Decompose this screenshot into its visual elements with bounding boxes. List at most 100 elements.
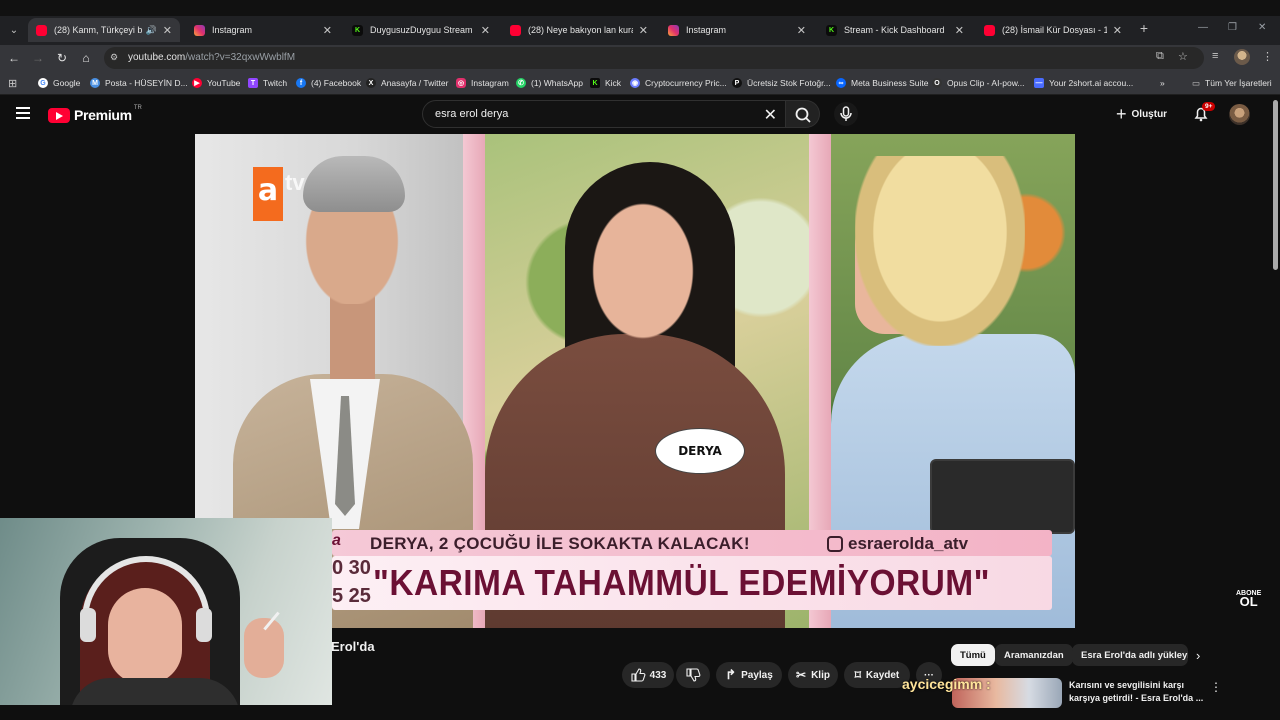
microphone-icon [840,106,852,121]
all-bookmarks[interactable]: ▭ Tüm Yer İşaretleri [1192,76,1272,90]
tab-close-icon[interactable]: ✕ [163,24,172,37]
share-button[interactable]: ↱ Paylaş [716,662,782,688]
lower-third-phone: 0 30 5 25 [332,554,371,610]
bookmark-label: Meta Business Suite [851,78,929,88]
tab-kick-dashboard[interactable]: K Stream - Kick Dashboard ✕ [818,18,972,42]
ol-text: OL [1239,594,1258,609]
bookmark-google[interactable]: G Google [38,76,80,90]
thumbs-down-icon [686,668,701,682]
forward-icon[interactable]: → [30,50,46,66]
tab-instagram[interactable]: Instagram ✕ [186,18,340,42]
menu-icon[interactable] [16,107,30,119]
tab-search-icon[interactable]: ⌄ [4,20,24,40]
save-button[interactable]: ⌑ Kaydet [844,662,910,688]
user-avatar[interactable] [1229,104,1250,125]
home-icon[interactable]: ⌂ [78,50,94,66]
bookmark-kick[interactable]: K Kick [590,76,621,90]
woman-face [587,196,699,346]
minimize-icon[interactable]: — [1198,22,1208,33]
clear-search-icon[interactable]: ✕ [764,105,777,125]
bookmark-facebook[interactable]: f (4) Facebook [296,76,361,90]
create-label: Oluştur [1131,108,1168,120]
bookmark-whatsapp[interactable]: ✆ (1) WhatsApp [516,76,583,90]
tab-instagram-2[interactable]: Instagram ✕ [660,18,814,42]
2short-icon: — [1034,78,1044,88]
bookmark-star-icon[interactable]: ☆ [1178,50,1188,63]
tab-youtube-active[interactable]: (28) Kanm, Türkçeyi bile do 🔊 ✕ [28,18,180,42]
coin-icon: ◉ [630,78,640,88]
tab-youtube-3[interactable]: (28) İsmail Kür Dosyası - 1 | Dic ✕ [976,18,1130,42]
folder-icon: ▭ [1192,77,1201,88]
more-bookmarks-icon[interactable]: » [1160,76,1165,90]
chevron-right-icon[interactable]: › [1196,648,1200,663]
bookmark-crypto[interactable]: ◉ Cryptocurrency Pric... [630,76,727,90]
chip-from-search[interactable]: Aramanızdan [995,644,1073,666]
bookmark-meta[interactable]: ∞ Meta Business Suite [836,76,928,90]
chip-all[interactable]: Tümü [951,644,995,666]
apps-grid-icon[interactable]: ⊞ [8,76,17,90]
youtube-favicon-icon [984,24,995,36]
share-label: Paylaş [741,669,773,681]
photo-icon: P [732,78,742,88]
tab-close-icon[interactable]: ✕ [639,24,648,37]
like-count: 433 [649,669,667,681]
reload-icon[interactable]: ↻ [54,50,70,66]
studio-monitor [930,459,1075,534]
chip-uploader[interactable]: Esra Erol'da adlı yükleyic [1072,644,1188,666]
man-hair [303,156,405,212]
tab-title: (28) Kanm, Türkçeyi bile do [54,25,142,35]
bookmark-label: Posta - HÜSEYİN D... [105,78,188,88]
tab-close-icon[interactable]: ✕ [1113,24,1122,37]
all-bookmarks-label: Tüm Yer İşaretleri [1205,78,1272,88]
tab-title: (28) Neye bakıyon lan kurabiye [528,25,633,35]
tab-youtube-2[interactable]: (28) Neye bakıyon lan kurabiye ✕ [502,18,656,42]
site-info-icon[interactable]: ⚙ [110,52,122,64]
bookmark-mail[interactable]: M Posta - HÜSEYİN D... [90,76,188,90]
instagram-icon [827,536,843,552]
bookmark-twitch[interactable]: T Twitch [248,76,287,90]
back-icon[interactable]: ← [6,50,22,66]
vertical-dots-icon[interactable]: ⋮ [1210,680,1222,694]
tab-close-icon[interactable]: ✕ [955,24,964,37]
search-input[interactable]: esra erol derya ✕ [422,100,786,128]
recommended-title[interactable]: Karısını ve sevgilisini karşı karşıya get… [1069,679,1209,705]
subscribe-watermark: ABONE OL [1236,590,1261,609]
bookmark-stock-photo[interactable]: P Ücretsiz Stok Fotoğr... [732,76,831,90]
instagram-favicon-icon [194,24,205,36]
browser-menu-icon[interactable]: ⋮ [1262,50,1273,63]
like-button[interactable]: 433 [622,662,674,688]
media-control-icon[interactable]: ≡ [1212,50,1218,62]
bookmark-icon: ⌑ [854,668,861,682]
bookmark-2short[interactable]: — Your 2short.ai accou... [1034,76,1133,90]
tab-kick-stream[interactable]: K DuygusuzDuyguu Stream - Wa ✕ [344,18,498,42]
tab-close-icon[interactable]: ✕ [797,24,806,37]
address-bar[interactable]: ⚙ youtube.com/watch?v=32qxwWwblfM [104,47,1204,69]
create-button[interactable]: + Oluştur [1116,102,1167,126]
close-window-icon[interactable]: ✕ [1258,22,1266,33]
profile-avatar[interactable] [1234,49,1250,65]
dislike-button[interactable] [676,662,710,688]
twitch-icon: T [248,78,258,88]
voice-search-button[interactable] [834,102,858,126]
bookmark-opus[interactable]: O Opus Clip - AI-pow... [932,76,1024,90]
new-tab-icon[interactable]: + [1136,20,1152,36]
maximize-icon[interactable]: ❐ [1228,22,1237,33]
bookmark-twitter[interactable]: X Anasayfa / Twitter [366,76,448,90]
facebook-icon: f [296,78,306,88]
lower-third-quote: "KARIMA TAHAMMÜL EDEMİYORUM" [373,562,990,603]
tab-close-icon[interactable]: ✕ [323,24,332,37]
install-app-icon[interactable]: ⧉ [1156,50,1164,63]
name-tag: DERYA [655,428,745,474]
clip-button[interactable]: ✂ Klip [788,662,838,688]
tab-close-icon[interactable]: ✕ [481,24,490,37]
scissors-icon: ✂ [796,668,807,682]
search-button[interactable] [786,100,820,128]
speaker-icon[interactable]: 🔊 [146,25,157,36]
youtube-logo[interactable]: Premium TR [48,105,142,123]
scrollbar-thumb[interactable] [1273,100,1278,270]
chip-label: Esra Erol'da adlı yükleyic [1081,649,1188,661]
bookmark-instagram[interactable]: ◎ Instagram [456,76,509,90]
streamer-body [70,678,240,705]
bookmark-youtube[interactable]: ▶ YouTube [192,76,240,90]
bookmark-label: Ücretsiz Stok Fotoğr... [747,78,831,88]
